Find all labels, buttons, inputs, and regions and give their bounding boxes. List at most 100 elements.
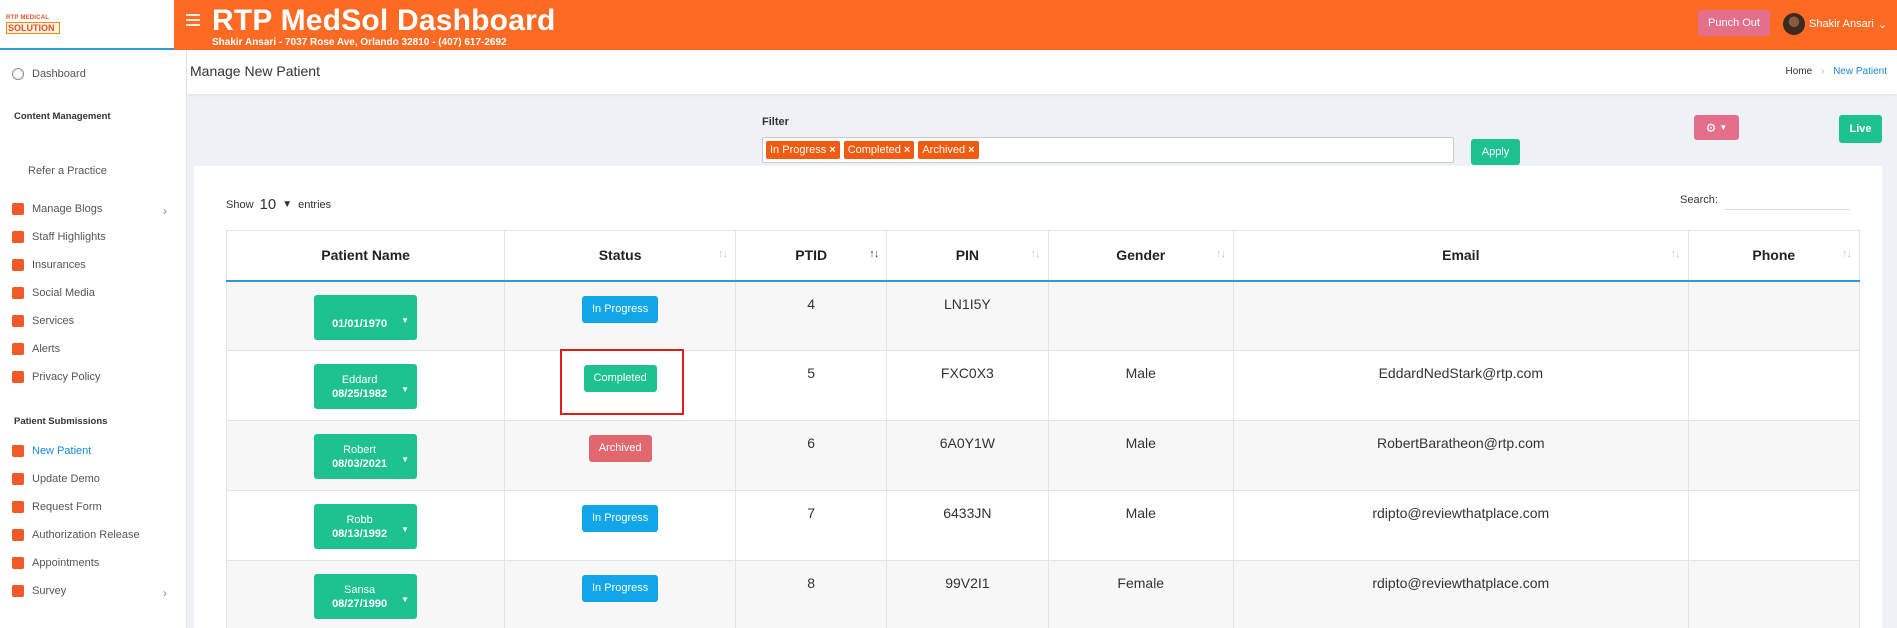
search-control: Search: [1680,190,1850,210]
search-input[interactable] [1723,190,1850,210]
col-gender[interactable]: Gender ↑↓ [1047,230,1234,282]
filter-tag-archived[interactable]: Archived × [918,141,979,159]
status-badge[interactable]: In Progress [581,295,659,323]
sidebar-item-social-media[interactable]: Social Media [12,287,95,299]
user-icon [12,231,24,243]
calendar-icon [12,557,24,569]
cell-ptid: 5 [735,350,888,421]
menu-icon[interactable] [186,14,200,28]
sort-icon: ↑↓ [1215,248,1226,260]
sidebar-item-update-demo[interactable]: Update Demo [12,473,100,485]
status-badge[interactable]: Archived [588,435,652,462]
patient-action-button[interactable]: 01/01/1970 ▼ [314,294,418,340]
cell-pin: FXC0X3 [886,350,1049,421]
patient-action-button[interactable]: Sansa 08/27/1990 ▼ [314,574,418,619]
sidebar-item-insurances[interactable]: Insurances [12,259,86,271]
sidebar-item-label: Alerts [32,343,61,355]
patient-dob: 08/25/1982 [332,387,388,400]
cell-gender: Female [1047,560,1234,628]
sidebar-item-request-form[interactable]: Request Form [12,501,102,513]
patient-dob: 08/13/1992 [332,527,388,540]
patient-action-button[interactable]: Robert 08/03/2021 ▼ [314,434,418,479]
cell-gender: Male [1047,490,1234,561]
cell-phone [1687,490,1861,561]
sidebar-item-label: Request Form [32,501,102,513]
caret-down-icon: ▼ [401,385,410,394]
logo-line2: SOLUTION [6,22,60,34]
status-badge[interactable]: In Progress [581,505,659,532]
col-email[interactable]: Email ↑↓ [1232,230,1689,282]
chevron-down-icon: ▼ [282,199,293,210]
sidebar-item-appointments[interactable]: Appointments [12,557,99,569]
chevron-right-icon[interactable]: › [163,204,167,218]
close-icon[interactable]: × [829,141,835,159]
caret-down-icon: ▼ [401,315,410,325]
apply-button[interactable]: Apply [1471,139,1520,165]
user-menu[interactable]: Shakir Ansari ⌄ [1783,13,1887,35]
entries-select[interactable]: 10 ▼ [260,196,293,213]
sidebar-item-authorization-release[interactable]: Authorization Release [12,529,140,541]
logo-container[interactable]: RTP MEDICAL SOLUTION [0,0,174,50]
cell-phone [1687,560,1861,628]
filter-tag-in-progress[interactable]: In Progress × [766,141,840,159]
col-label: Patient Name [321,247,410,264]
cell-patient: Robb 08/13/1992 ▼ [225,490,506,561]
cell-gender: Male [1047,420,1234,491]
sidebar-item-services[interactable]: Services [12,315,74,327]
sidebar-item-label: Authorization Release [32,529,140,541]
share-icon [12,287,24,299]
rss-icon [12,203,24,215]
settings-dropdown-button[interactable]: ⚙ ▼ [1694,115,1739,140]
sidebar-item-alerts[interactable]: Alerts [12,343,60,355]
col-label: Phone [1752,247,1796,264]
avatar [1783,13,1805,35]
filter-tag-completed[interactable]: Completed × [843,141,915,159]
form-icon [12,501,24,513]
cell-phone [1687,280,1861,351]
breadcrumb: Home › New Patient [1785,66,1887,77]
close-icon[interactable]: × [904,141,910,159]
entries-value: 10 [259,196,277,213]
sidebar-item-refer[interactable]: Refer a Practice [28,165,107,177]
sidebar-item-manage-blogs[interactable]: Manage Blogs [12,203,102,215]
phone-icon [12,343,24,355]
sidebar-item-survey[interactable]: Survey [12,585,66,597]
tag-label: Completed [847,144,901,156]
sidebar-item-label: Insurances [32,259,86,271]
cell-email: RobertBaratheon@rtp.com [1232,420,1689,491]
live-button[interactable]: Live [1839,115,1882,143]
filter-multiselect[interactable]: In Progress × Completed × Archived × [762,137,1454,163]
sidebar-item-label: Survey [32,585,67,597]
col-label: PTID [795,247,828,264]
sidebar-item-dashboard[interactable]: Dashboard [12,68,86,80]
col-patient-name[interactable]: Patient Name [225,230,506,282]
check-document-icon [12,529,24,541]
status-badge[interactable]: In Progress [581,575,659,602]
chevron-right-icon: › [1820,66,1825,77]
document-icon [12,259,24,271]
col-ptid[interactable]: PTID ↑↓ [735,230,888,282]
punch-out-button[interactable]: Punch Out [1698,10,1770,36]
cell-phone [1687,350,1861,421]
sidebar-item-new-patient[interactable]: New Patient [12,445,91,457]
patient-action-button[interactable]: Eddard 08/25/1982 ▼ [314,364,418,409]
table-row: Sansa 08/27/1990 ▼ In Progress 8 99V2I1 F… [225,560,1861,628]
col-label: Gender [1116,247,1166,264]
col-pin[interactable]: PIN ↑↓ [886,230,1049,282]
col-status[interactable]: Status ↑↓ [504,230,737,282]
breadcrumb-home[interactable]: Home [1785,66,1812,77]
sidebar-item-staff-highlights[interactable]: Staff Highlights [12,231,106,243]
cell-patient: Eddard 08/25/1982 ▼ [225,350,506,421]
chevron-right-icon[interactable]: › [163,586,167,600]
col-phone[interactable]: Phone ↑↓ [1687,230,1861,282]
patient-action-button[interactable]: Robb 08/13/1992 ▼ [314,504,418,549]
cell-status: Archived [504,420,737,491]
user-name: Shakir Ansari [1809,18,1874,30]
cell-ptid: 7 [735,490,888,561]
sidebar-item-label: Update Demo [32,473,100,485]
chevron-down-icon: ⌄ [1877,18,1888,31]
sidebar-item-label: Services [32,315,75,327]
sort-icon: ↑↓ [718,248,728,260]
close-icon[interactable]: × [968,141,974,159]
sidebar-item-privacy-policy[interactable]: Privacy Policy [12,371,100,383]
